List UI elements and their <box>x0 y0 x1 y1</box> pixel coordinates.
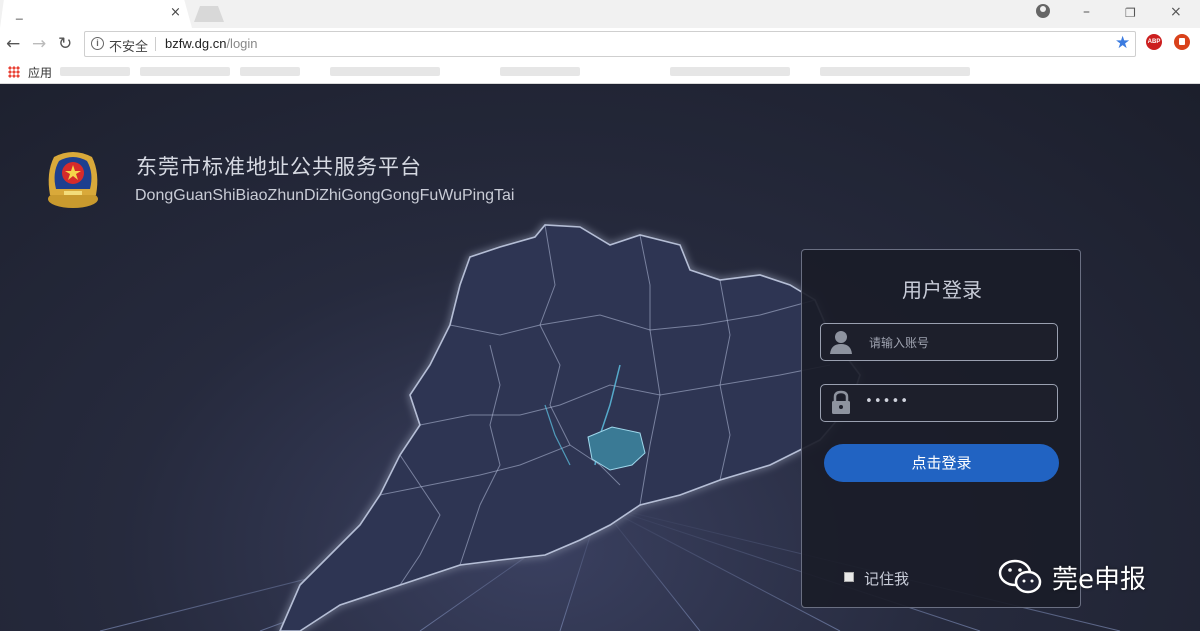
username-placeholder: 请输入账号 <box>869 336 930 350</box>
watermark-text: 莞e申报 <box>1052 565 1146 595</box>
minimize-icon[interactable]: – <box>1083 4 1090 20</box>
back-icon[interactable]: ← <box>6 34 20 54</box>
password-field[interactable]: ••••• <box>820 384 1058 422</box>
password-value: ••••• <box>865 394 910 409</box>
reload-icon[interactable]: ↻ <box>58 34 72 54</box>
browser-tab[interactable]: _ × <box>0 0 192 28</box>
new-tab-button[interactable] <box>194 6 224 22</box>
wechat-icon <box>998 559 1042 594</box>
security-label[interactable]: 不安全 <box>109 36 148 55</box>
page-subtitle: DongGuanShiBiaoZhunDiZhiGongGongFuWuPing… <box>135 187 515 204</box>
bookmark-item[interactable] <box>500 67 580 76</box>
window-close-icon[interactable]: × <box>1170 4 1182 20</box>
restore-icon[interactable]: ❐ <box>1125 6 1136 20</box>
login-page: 东莞市标准地址公共服务平台 DongGuanShiBiaoZhunDiZhiGo… <box>0 85 1200 631</box>
apps-grid-icon[interactable] <box>8 66 20 78</box>
lock-icon <box>832 390 850 414</box>
adblock-extension-icon[interactable]: ABP <box>1146 34 1162 50</box>
user-icon <box>830 331 852 354</box>
browser-toolbar: ← → ↻ i 不安全 bzfw.dg.cn/login ★ ABP <box>0 28 1200 60</box>
remember-me-checkbox[interactable] <box>844 572 854 582</box>
url-text[interactable]: bzfw.dg.cn/login <box>165 36 258 51</box>
bookmark-item[interactable] <box>60 67 130 76</box>
tab-title: _ <box>16 6 23 20</box>
username-field[interactable]: 请输入账号 <box>820 323 1058 361</box>
map-outline <box>279 224 861 631</box>
bookmark-item[interactable] <box>240 67 300 76</box>
tab-close-icon[interactable]: × <box>170 5 181 20</box>
bookmarks-bar: 应用 <box>0 60 1200 84</box>
apps-bookmark[interactable]: 应用 <box>28 64 52 81</box>
url-host: bzfw.dg.cn <box>165 36 227 51</box>
browser-tab-strip: _ × – ❐ × <box>0 0 1200 28</box>
url-path: /login <box>226 36 258 51</box>
extension-icon[interactable] <box>1174 34 1190 50</box>
login-panel: 用户登录 请输入账号 ••••• 点击登录 记住我 <box>801 249 1081 608</box>
address-bar[interactable]: i 不安全 bzfw.dg.cn/login ★ <box>84 31 1136 57</box>
page-title: 东莞市标准地址公共服务平台 <box>136 155 422 179</box>
bookmark-item[interactable] <box>330 67 440 76</box>
forward-icon[interactable]: → <box>32 34 46 54</box>
info-icon[interactable]: i <box>91 37 104 50</box>
police-emblem-logo <box>48 152 98 208</box>
profile-icon[interactable] <box>1036 4 1050 18</box>
login-button[interactable]: 点击登录 <box>824 444 1059 482</box>
bookmark-item[interactable] <box>140 67 230 76</box>
address-separator <box>155 37 156 51</box>
bookmark-item[interactable] <box>670 67 790 76</box>
bookmark-item[interactable] <box>820 67 970 76</box>
login-title: 用户登录 <box>902 278 982 302</box>
bookmark-star-icon[interactable]: ★ <box>1115 33 1130 53</box>
remember-me-label[interactable]: 记住我 <box>864 568 909 589</box>
